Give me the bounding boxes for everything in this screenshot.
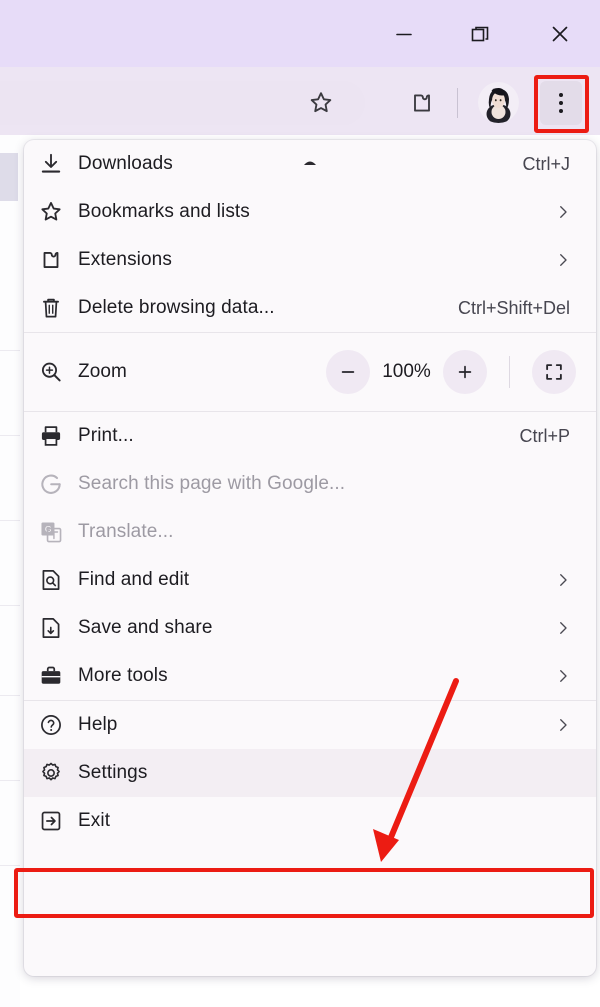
menu-item-search-page-with-google: Search this page with Google... (24, 460, 596, 508)
trash-icon (24, 295, 78, 321)
chevron-right-icon (552, 571, 574, 589)
page-rule (0, 865, 20, 866)
menu-item-delete-browsing-data[interactable]: Delete browsing data... Ctrl+Shift+Del (24, 284, 596, 332)
dot (559, 109, 563, 113)
puzzle-icon (24, 247, 78, 273)
menu-item-label: Extensions (78, 249, 172, 270)
menu-item-more-tools[interactable]: More tools (24, 652, 596, 700)
exit-icon (24, 808, 78, 834)
menu-item-settings[interactable]: Settings (24, 749, 596, 797)
page-rule (0, 350, 20, 351)
gear-icon (24, 760, 78, 786)
zoom-divider (509, 356, 510, 388)
menu-section-4: Help Settings Exit (24, 701, 596, 845)
menu-item-label: Print... (78, 425, 134, 446)
find-edit-icon (24, 567, 78, 593)
page-rule (0, 435, 20, 436)
bookmark-star-icon[interactable] (299, 81, 343, 125)
menu-item-downloads[interactable]: Downloads Ctrl+J (24, 140, 596, 188)
chevron-right-icon (552, 203, 574, 221)
menu-item-shortcut: Ctrl+Shift+Del (457, 297, 570, 318)
window-title-bar (0, 0, 600, 67)
page-rule (0, 780, 20, 781)
menu-item-find-and-edit[interactable]: Find and edit (24, 556, 596, 604)
menu-item-save-and-share[interactable]: Save and share (24, 604, 596, 652)
chevron-right-icon (552, 619, 574, 637)
menu-item-print[interactable]: Print... Ctrl+P (24, 412, 596, 460)
menu-item-bookmarks-and-lists[interactable]: Bookmarks and lists (24, 188, 596, 236)
menu-item-label: Settings (78, 762, 148, 783)
chevron-right-icon (552, 667, 574, 685)
menu-item-translate: G Translate... (24, 508, 596, 556)
menu-item-label: Translate... (78, 521, 174, 542)
menu-item-label: Help (78, 714, 118, 735)
toolbar-divider (457, 88, 458, 118)
zoom-magnifier-icon (24, 359, 78, 385)
save-share-icon (24, 615, 78, 641)
extensions-icon[interactable] (400, 81, 444, 125)
menu-item-exit[interactable]: Exit (24, 797, 596, 845)
menu-section-3: Print... Ctrl+P Search this page with Go… (24, 412, 596, 700)
help-circle-icon (24, 712, 78, 738)
menu-item-label: Exit (78, 810, 111, 831)
dot (559, 93, 563, 97)
star-icon (24, 199, 78, 225)
google-g-icon (24, 471, 78, 497)
menu-item-help[interactable]: Help (24, 701, 596, 749)
zoom-controls: 100% (326, 350, 576, 394)
page-left-strip (0, 135, 20, 1007)
menu-item-zoom: Zoom 100% (24, 333, 596, 411)
menu-item-label: Bookmarks and lists (78, 201, 250, 222)
menu-item-shortcut: Ctrl+J (522, 153, 570, 174)
chevron-right-icon (552, 716, 574, 734)
printer-icon (24, 423, 78, 449)
toolbox-icon (24, 663, 78, 689)
menu-section-zoom: Zoom 100% (24, 333, 596, 411)
menu-item-label: Downloads (78, 153, 173, 174)
screenshot-root: Downloads Ctrl+J Bookmarks and lists Ext… (0, 0, 600, 1007)
zoom-label: Zoom (78, 361, 127, 382)
page-rule (0, 520, 20, 521)
dot (559, 101, 563, 105)
menu-item-label: Find and edit (78, 569, 190, 590)
menu-section-1: Downloads Ctrl+J Bookmarks and lists Ext… (24, 140, 596, 332)
menu-item-shortcut: Ctrl+P (519, 425, 570, 446)
translate-icon: G (24, 519, 78, 545)
fullscreen-button[interactable] (532, 350, 576, 394)
menu-item-label: More tools (78, 665, 168, 686)
menu-item-label: Search this page with Google... (78, 473, 346, 494)
zoom-level-value: 100% (382, 361, 431, 382)
page-rule (0, 695, 20, 696)
chrome-main-menu: Downloads Ctrl+J Bookmarks and lists Ext… (24, 140, 596, 976)
menu-item-extensions[interactable]: Extensions (24, 236, 596, 284)
download-icon (24, 151, 78, 177)
maximize-restore-button[interactable] (450, 0, 510, 67)
chevron-right-icon (552, 251, 574, 269)
menu-item-label: Save and share (78, 617, 213, 638)
zoom-in-button[interactable] (443, 350, 487, 394)
page-rule (0, 605, 20, 606)
minimize-button[interactable] (374, 0, 434, 67)
profile-avatar[interactable] (478, 82, 519, 123)
page-panel-block (0, 153, 18, 201)
close-button[interactable] (530, 0, 590, 67)
three-dot-menu-button[interactable] (540, 81, 582, 125)
menu-item-label: Delete browsing data... (78, 297, 275, 318)
zoom-out-button[interactable] (326, 350, 370, 394)
